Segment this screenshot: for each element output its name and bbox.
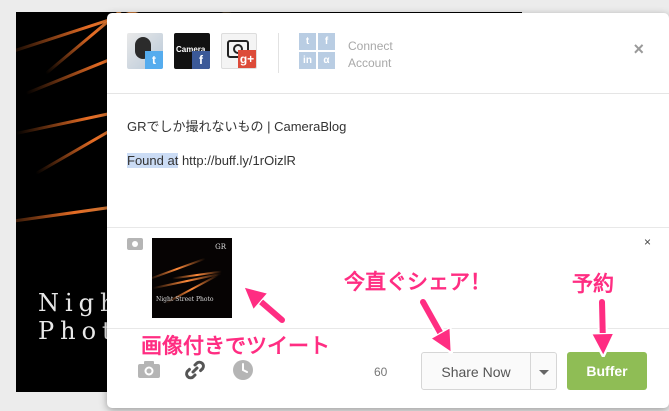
connect-label-line2: Account bbox=[348, 56, 392, 70]
profile-selector: t Camera f g+ t f in α Connect Account × bbox=[107, 13, 669, 94]
attachment-divider bbox=[107, 227, 669, 228]
connect-label-line1: Connect bbox=[348, 39, 393, 53]
facebook-icon: f bbox=[192, 51, 210, 69]
profile-divider bbox=[278, 33, 279, 73]
googleplus-icon: g+ bbox=[238, 50, 256, 68]
annotation-schedule: 予約 bbox=[572, 273, 614, 296]
twitter-profile-avatar[interactable]: t bbox=[127, 33, 163, 69]
twitter-connect-icon: t bbox=[299, 33, 316, 50]
share-options-chevron-down-icon[interactable] bbox=[531, 352, 557, 390]
facebook-connect-icon: f bbox=[318, 33, 335, 50]
attached-image-thumbnail[interactable]: GR Night Street Photo bbox=[152, 238, 232, 318]
post-title: GRでしか撮れないもの | CameraBlog bbox=[127, 119, 347, 134]
found-at-text: Found at bbox=[127, 153, 179, 168]
connect-account-link[interactable]: Connect Account bbox=[348, 38, 393, 72]
character-count: 60 bbox=[374, 365, 388, 379]
camera-icon[interactable] bbox=[137, 359, 161, 385]
buffer-button[interactable]: Buffer bbox=[567, 352, 647, 390]
clock-icon[interactable] bbox=[232, 359, 254, 387]
thumb-brand: GR bbox=[215, 243, 226, 251]
googleplus-profile-avatar[interactable]: g+ bbox=[221, 33, 257, 69]
attachment-camera-icon bbox=[127, 238, 143, 250]
connect-account-tiles[interactable]: t f in α bbox=[299, 33, 335, 69]
annotation-image-tweet: 画像付きでツイート bbox=[141, 335, 330, 358]
link-icon[interactable] bbox=[184, 359, 206, 387]
footer-divider bbox=[107, 328, 669, 329]
facebook-profile-avatar[interactable]: Camera f bbox=[174, 33, 210, 69]
close-icon[interactable]: × bbox=[633, 39, 644, 60]
remove-attachment-icon[interactable]: × bbox=[644, 235, 651, 249]
share-now-button[interactable]: Share Now bbox=[421, 352, 531, 390]
thumb-caption: Night Street Photo bbox=[156, 296, 214, 303]
annotation-share-now: 今直ぐシェア！ bbox=[344, 271, 491, 294]
twitter-icon: t bbox=[145, 51, 163, 69]
appnet-connect-icon: α bbox=[318, 52, 335, 69]
post-composer[interactable]: GRでしか撮れないもの | CameraBlog Found at http:/… bbox=[127, 117, 346, 171]
post-url: http://buff.ly/1rOizlR bbox=[181, 153, 296, 168]
post-link-line: Found at http://buff.ly/1rOizlR bbox=[127, 151, 346, 171]
linkedin-connect-icon: in bbox=[299, 52, 316, 69]
